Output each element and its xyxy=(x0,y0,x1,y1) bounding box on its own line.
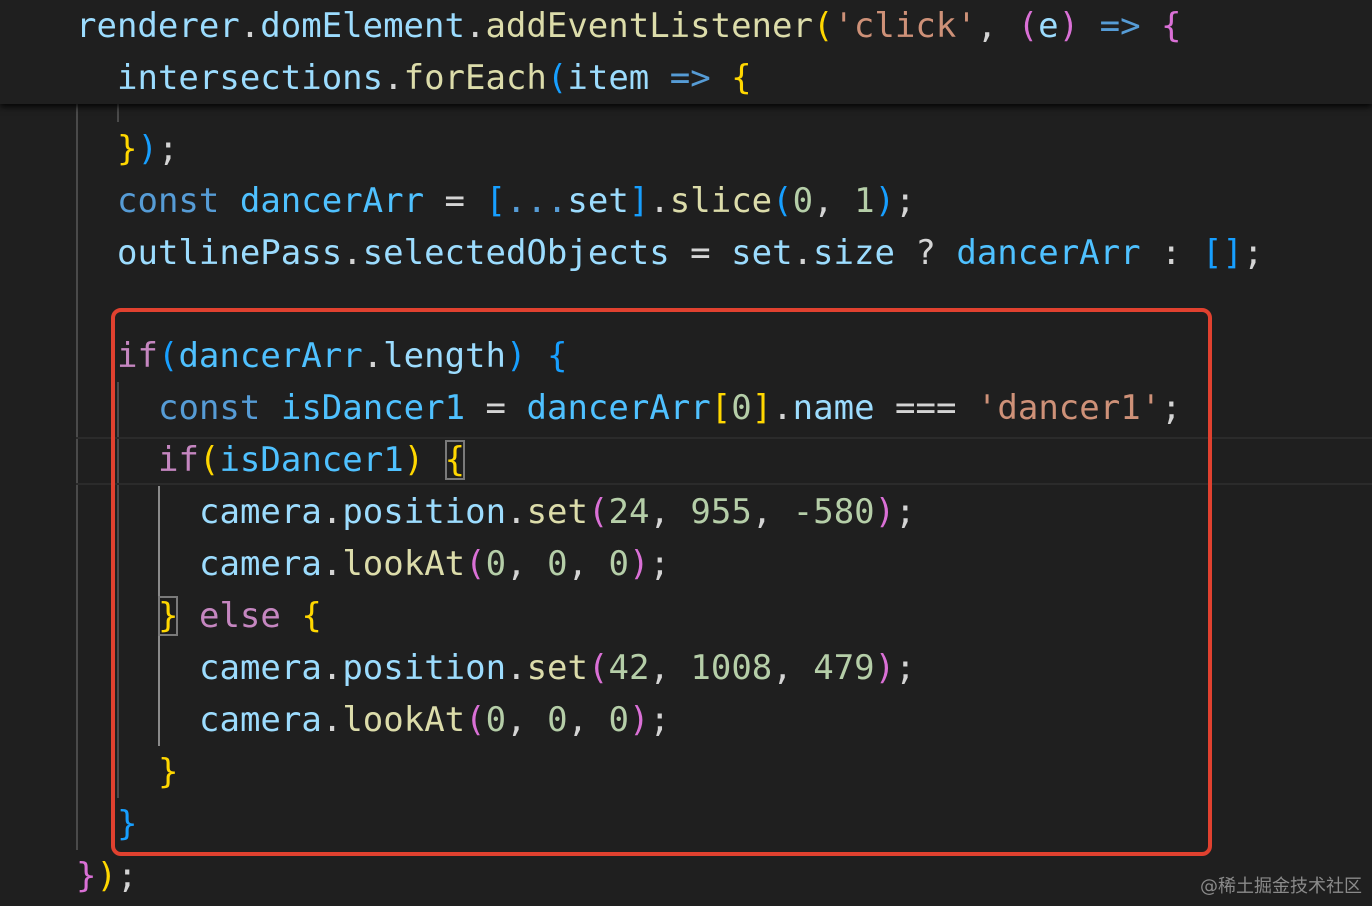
token-intersections: intersections xyxy=(117,58,384,98)
token-renderer: renderer xyxy=(76,6,240,46)
token-selected-objects: selectedObjects xyxy=(362,233,670,273)
sticky-line-add-event-listener[interactable]: renderer.domElement.addEventListener('cl… xyxy=(0,0,1182,52)
code-line-close-listener[interactable]: }); xyxy=(0,850,137,902)
token-semicolon: ; xyxy=(1242,233,1264,273)
token-dot: . xyxy=(464,6,486,46)
token-comma: , xyxy=(976,6,1018,46)
token-dot: . xyxy=(342,233,363,273)
token-size: size xyxy=(813,233,895,273)
token-dom-element: domElement xyxy=(260,6,465,46)
token-semicolon: ; xyxy=(116,856,138,896)
token-for-each: forEach xyxy=(403,58,547,98)
code-line-close-foreach[interactable]: }); xyxy=(0,123,178,175)
token-bracket: ] xyxy=(628,181,650,221)
token-dot: . xyxy=(383,58,404,98)
token-paren: ( xyxy=(546,58,568,98)
token-number: 0 xyxy=(792,181,814,221)
token-paren: ) xyxy=(1058,6,1080,46)
token-paren: ( xyxy=(1017,6,1039,46)
token-bracket: [ xyxy=(485,181,506,221)
token-semicolon: ; xyxy=(895,181,916,221)
token-spread: ... xyxy=(505,181,568,221)
token-click-string: 'click' xyxy=(833,6,977,46)
token-paren: ) xyxy=(96,856,117,896)
token-brace: { xyxy=(1161,6,1182,46)
token-number: 1 xyxy=(854,181,875,221)
token-paren: ( xyxy=(772,181,793,221)
token-slice: slice xyxy=(669,181,773,221)
token-paren: ) xyxy=(137,129,158,169)
token-brace: } xyxy=(117,129,138,169)
token-brace: { xyxy=(731,58,752,98)
code-editor[interactable]: renderer.domElement.addEventListener('cl… xyxy=(0,0,1372,906)
token-paren: ) xyxy=(874,181,896,221)
token-arrow: => xyxy=(649,58,732,98)
code-line-outline-pass[interactable]: outlinePass.selectedObjects = set.size ?… xyxy=(0,227,1263,279)
token-equals: = xyxy=(424,181,486,221)
token-dot: . xyxy=(792,233,814,273)
token-dancer-arr: dancerArr xyxy=(239,181,425,221)
sticky-scroll-header[interactable]: renderer.domElement.addEventListener('cl… xyxy=(0,0,1372,104)
token-const: const xyxy=(117,181,220,221)
sticky-line-for-each[interactable]: intersections.forEach(item => { xyxy=(0,52,752,104)
token-arrow: => xyxy=(1079,6,1162,46)
token-equals: = xyxy=(669,233,732,273)
token-brace: } xyxy=(76,856,97,896)
token-set: set xyxy=(567,181,629,221)
code-line-dancer-arr[interactable]: const dancerArr = [...set].slice(0, 1); xyxy=(0,175,916,227)
token-param-e: e xyxy=(1038,6,1059,46)
token-param-item: item xyxy=(567,58,650,98)
token-dot: . xyxy=(239,6,261,46)
token-dot: . xyxy=(649,181,670,221)
indent-guide-foreach xyxy=(117,104,119,122)
watermark: @稀土掘金技术社区 xyxy=(1200,876,1362,897)
token-comma: , xyxy=(813,181,855,221)
token-set: set xyxy=(731,233,793,273)
highlight-annotation-box xyxy=(111,308,1212,856)
token-outline-pass: outlinePass xyxy=(117,233,343,273)
token-ternary: ? xyxy=(894,233,957,273)
token-colon: : xyxy=(1140,233,1202,273)
token-add-event-listener: addEventListener xyxy=(485,6,813,46)
token-empty-array: [] xyxy=(1202,233,1243,273)
token-dancer-arr: dancerArr xyxy=(956,233,1141,273)
token-semicolon: ; xyxy=(157,129,179,169)
token-paren: ( xyxy=(812,6,834,46)
